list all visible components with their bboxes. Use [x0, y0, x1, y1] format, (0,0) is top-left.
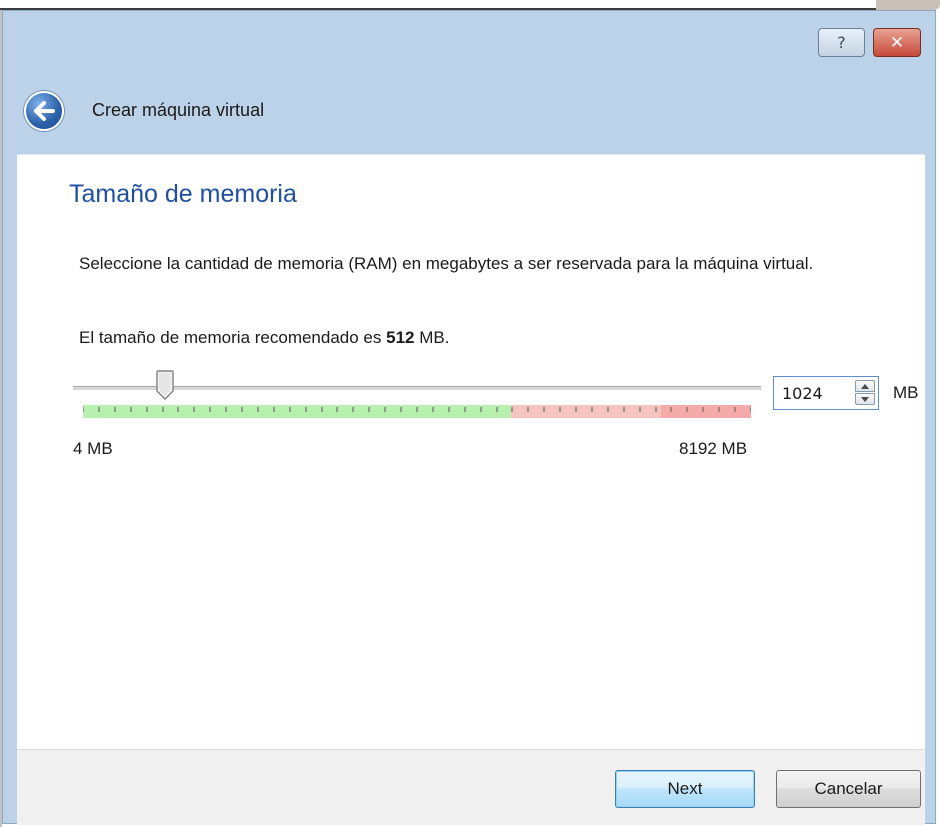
next-button[interactable]: Next: [615, 770, 755, 808]
memory-slider-thumb[interactable]: [155, 370, 175, 400]
close-button[interactable]: ✕: [873, 28, 921, 57]
spin-buttons: [855, 380, 875, 406]
back-arrow-icon: [34, 101, 55, 121]
recommend-value: 512: [386, 328, 415, 347]
memory-unit-label: MB: [893, 383, 919, 402]
close-icon: ✕: [889, 32, 905, 53]
recommended-memory-text: El tamaño de memoria recomendado es 512 …: [79, 328, 449, 348]
wizard-title: Crear máquina virtual: [92, 100, 265, 120]
spin-up-button[interactable]: [855, 380, 875, 392]
recommend-prefix: El tamaño de memoria recomendado es: [79, 328, 382, 347]
wizard-window: ? ✕ Crear máquina virtual Tamaño de memo…: [2, 10, 936, 825]
back-button[interactable]: [24, 91, 64, 131]
memory-max-label: 8192 MB: [679, 439, 748, 458]
arrow-up-icon: [861, 383, 869, 389]
spin-down-button[interactable]: [855, 393, 875, 405]
page-heading: Tamaño de memoria: [69, 180, 297, 208]
page-description: Seleccione la cantidad de memoria (RAM) …: [79, 254, 814, 273]
recommend-suffix: MB.: [419, 328, 450, 347]
memory-input[interactable]: [774, 377, 852, 409]
memory-ticks-band: [83, 405, 751, 418]
memory-slider-track[interactable]: [73, 386, 761, 391]
help-icon: ?: [837, 33, 846, 52]
wizard-content: Tamaño de memoria Seleccione la cantidad…: [17, 154, 925, 749]
arrow-down-icon: [861, 396, 869, 402]
help-button[interactable]: ?: [818, 28, 865, 57]
desktop-corner: [876, 0, 940, 10]
top-strip: [0, 0, 940, 10]
memory-min-label: 4 MB: [73, 439, 113, 458]
memory-spinbox[interactable]: [773, 376, 879, 410]
wizard-footer: Next Cancelar: [17, 749, 925, 825]
cancel-button[interactable]: Cancelar: [776, 770, 921, 808]
slider-ticks: [83, 407, 751, 412]
